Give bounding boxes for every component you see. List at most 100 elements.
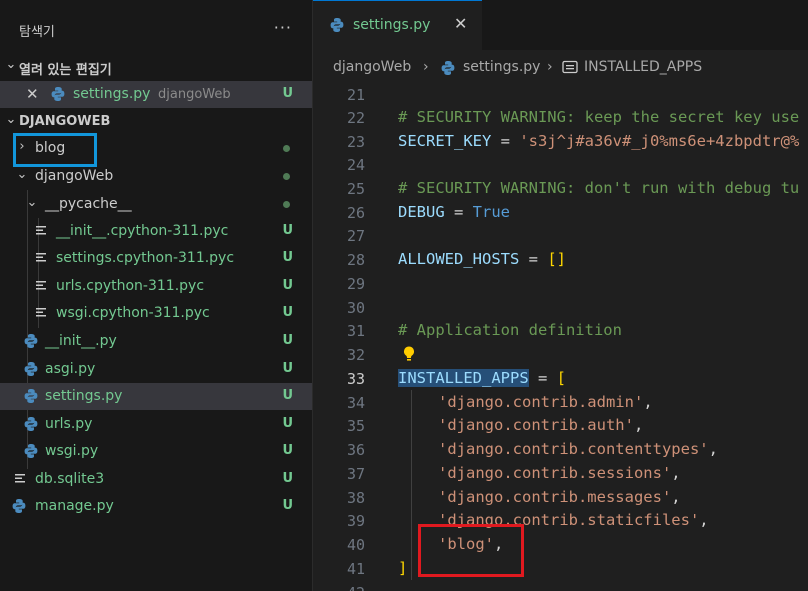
open-editors-label: 열려 있는 편집기 xyxy=(19,63,112,78)
lightbulb-icon[interactable] xyxy=(401,345,417,363)
breadcrumb-file[interactable]: settings.py xyxy=(463,59,540,75)
chevron-right-icon: › xyxy=(423,59,429,75)
tree-file-init-py[interactable]: __init__.py U xyxy=(0,328,312,355)
tree-file-urls-pyc[interactable]: urls.cpython-311.pyc U xyxy=(0,273,312,300)
tree-file-wsgi-pyc[interactable]: wsgi.cpython-311.pyc U xyxy=(0,300,312,327)
tree-item-label: manage.py xyxy=(35,498,114,514)
line-number: 22 xyxy=(346,109,365,127)
code-token: [] xyxy=(547,250,566,268)
code-token: , xyxy=(643,393,653,411)
tree-folder-djangoweb[interactable]: ⌄ djangoWeb xyxy=(0,163,312,190)
python-file-icon xyxy=(51,86,65,102)
untracked-badge: U xyxy=(282,361,293,376)
tree-file-wsgi-py[interactable]: wsgi.py U xyxy=(0,438,312,465)
code-line-37: 'django.contrib.sessions', xyxy=(438,464,681,482)
line-number: 41 xyxy=(346,560,365,578)
tree-file-manage-py[interactable]: manage.py U xyxy=(0,493,312,520)
open-editors-header[interactable]: ⌄ 열려 있는 편집기 xyxy=(0,57,312,79)
untracked-badge: U xyxy=(282,333,293,348)
modified-dot xyxy=(283,173,290,180)
code-token: = xyxy=(491,132,520,150)
line-number: 42 xyxy=(313,584,365,591)
code-line-38: 'django.contrib.messages', xyxy=(438,488,681,506)
line-number: 23 xyxy=(346,133,365,151)
code-token: = xyxy=(528,369,557,387)
chevron-down-icon: ⌄ xyxy=(26,195,38,210)
code-line-35: 'django.contrib.auth', xyxy=(438,416,643,434)
code-line-23: SECRET_KEY = 's3j^j#a36v#_j0%ms6e+4zbpdt… xyxy=(398,132,799,150)
chevron-down-icon: ⌄ xyxy=(5,57,17,72)
workspace-label: DJANGOWEB xyxy=(19,114,111,129)
workspace-header[interactable]: ⌄ DJANGOWEB xyxy=(0,112,312,134)
open-editor-item[interactable]: ✕ settings.py djangoWeb U xyxy=(0,81,312,108)
lines-file-icon xyxy=(14,471,28,487)
line-number: 36 xyxy=(346,441,365,459)
more-actions-icon[interactable]: ··· xyxy=(274,18,292,37)
breadcrumb-folder[interactable]: djangoWeb xyxy=(333,59,411,75)
tree-item-label: __pycache__ xyxy=(45,196,132,212)
highlight-box-blog-app xyxy=(418,524,524,577)
tree-item-label: __init__.cpython-311.pyc xyxy=(56,223,229,239)
line-number: 28 xyxy=(346,251,365,269)
code-token: DEBUG xyxy=(398,203,445,221)
explorer-sidebar: 탐색기 ··· ⌄ 열려 있는 편집기 ✕ settings.py django… xyxy=(0,0,312,591)
line-number: 24 xyxy=(346,156,365,174)
breadcrumb-symbol[interactable]: INSTALLED_APPS xyxy=(584,59,702,75)
code-line-26: DEBUG = True xyxy=(398,203,510,221)
tree-file-settings-pyc[interactable]: settings.cpython-311.pyc U xyxy=(0,245,312,272)
tree-file-urls-py[interactable]: urls.py U xyxy=(0,411,312,438)
untracked-badge: U xyxy=(282,305,293,320)
code-line-34: 'django.contrib.admin', xyxy=(438,393,653,411)
code-token: , xyxy=(671,488,681,506)
close-icon[interactable]: ✕ xyxy=(454,14,467,33)
modified-dot xyxy=(283,201,290,208)
code-token: , xyxy=(633,416,644,434)
code-line-22: # SECURITY WARNING: keep the secret key … xyxy=(398,108,800,126)
tree-item-label: db.sqlite3 xyxy=(35,471,105,487)
tree-file-settings-py[interactable]: settings.py U xyxy=(0,383,312,410)
tree-item-label: __init__.py xyxy=(45,333,117,349)
code-line-28: ALLOWED_HOSTS = [] xyxy=(398,250,566,268)
tab-bar: settings.py ✕ xyxy=(313,0,808,50)
chevron-right-icon: › xyxy=(547,59,553,75)
python-file-icon xyxy=(24,388,38,404)
tree-item-label: urls.py xyxy=(45,416,93,432)
code-token: 'django.contrib.sessions' xyxy=(438,464,672,482)
tab-label: settings.py xyxy=(353,17,431,33)
tree-file-init-pyc[interactable]: __init__.cpython-311.pyc U xyxy=(0,218,312,245)
python-file-icon xyxy=(24,443,38,459)
untracked-badge: U xyxy=(282,278,293,293)
untracked-badge: U xyxy=(282,443,293,458)
close-icon[interactable]: ✕ xyxy=(26,85,39,103)
tree-file-db-sqlite3[interactable]: db.sqlite3 U xyxy=(0,466,312,493)
line-number: 25 xyxy=(346,180,365,198)
code-token: 'django.contrib.messages' xyxy=(438,488,672,506)
lines-file-icon xyxy=(35,305,49,321)
code-token: SECRET_KEY xyxy=(398,132,492,150)
code-token: = xyxy=(444,203,473,221)
code-editor[interactable]: 21 22 23 24 25 26 27 28 29 30 31 32 33 3… xyxy=(313,84,808,591)
line-number: 31 xyxy=(346,322,365,340)
code-token: , xyxy=(671,464,681,482)
python-file-icon xyxy=(24,333,38,349)
tree-item-label: asgi.py xyxy=(45,361,96,377)
highlight-box-blog-folder xyxy=(13,133,97,167)
code-token: 'django.contrib.contenttypes' xyxy=(438,440,709,458)
lines-file-icon xyxy=(35,250,49,266)
editor-area: settings.py ✕ djangoWeb › settings.py › … xyxy=(313,0,808,591)
code-token: True xyxy=(472,203,510,221)
open-editor-folder: djangoWeb xyxy=(158,87,231,102)
tab-settings-py[interactable]: settings.py ✕ xyxy=(313,0,482,50)
lines-file-icon xyxy=(35,223,49,239)
chevron-down-icon: ⌄ xyxy=(5,112,17,127)
tree-file-asgi-py[interactable]: asgi.py U xyxy=(0,356,312,383)
code-token: INSTALLED_APPS xyxy=(398,369,529,387)
python-file-icon xyxy=(24,361,38,377)
line-number: 38 xyxy=(346,489,365,507)
tree-item-label: wsgi.cpython-311.pyc xyxy=(56,305,210,321)
tree-folder-pycache[interactable]: ⌄ __pycache__ xyxy=(0,191,312,218)
untracked-badge: U xyxy=(282,471,293,486)
line-number-active: 33 xyxy=(346,370,365,388)
line-number: 32 xyxy=(346,346,365,364)
untracked-badge: U xyxy=(282,416,293,431)
